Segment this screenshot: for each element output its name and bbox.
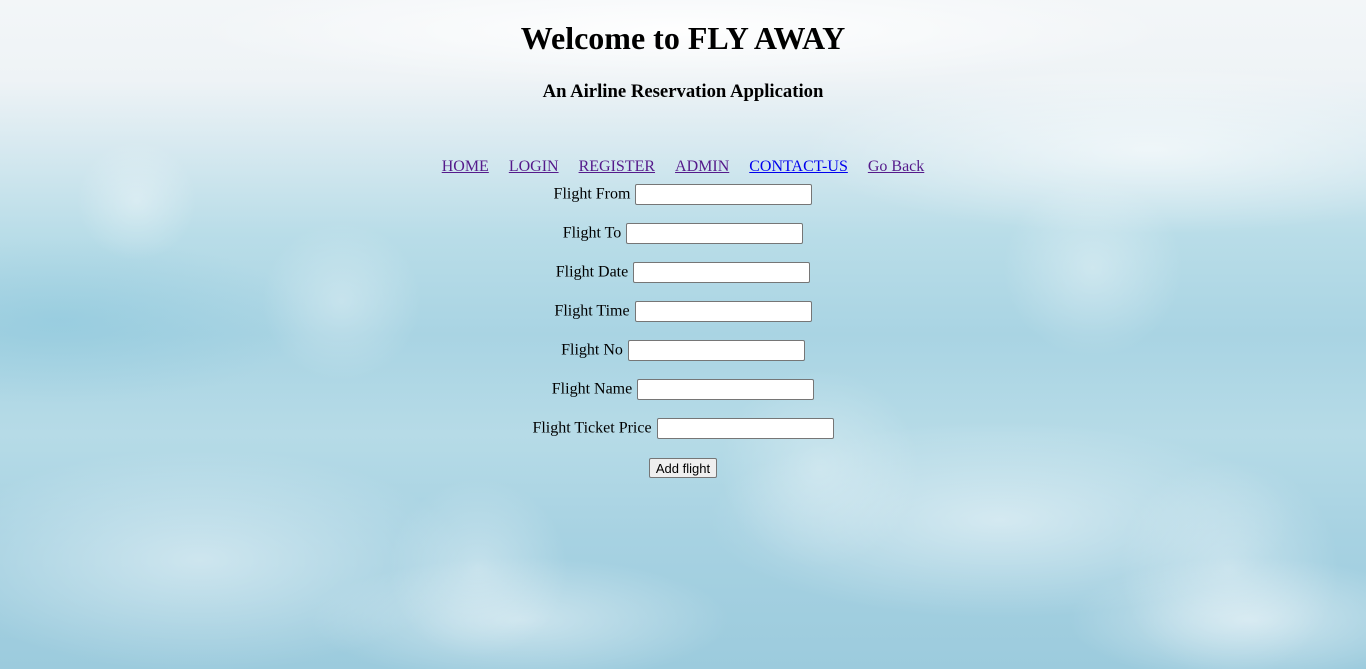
form-row-flight-time: Flight Time	[0, 301, 1366, 340]
nav-link-home[interactable]: HOME	[442, 158, 489, 175]
page-subtitle: An Airline Reservation Application	[542, 81, 824, 102]
flight-to-input[interactable]	[626, 223, 804, 244]
main-nav: HOME LOGIN REGISTER ADMIN CONTACT-US Go …	[0, 157, 1366, 177]
flight-ticket-price-input[interactable]	[656, 418, 834, 439]
flight-to-label: Flight To	[562, 224, 622, 242]
form-row-flight-no: Flight No	[0, 340, 1366, 379]
flight-no-input[interactable]	[627, 340, 805, 361]
nav-link-login[interactable]: LOGIN	[509, 158, 559, 175]
add-flight-button[interactable]: Add flight	[648, 458, 718, 478]
flight-time-label: Flight Time	[554, 302, 630, 320]
form-row-flight-name: Flight Name	[0, 379, 1366, 418]
form-row-flight-date: Flight Date	[0, 262, 1366, 301]
flight-ticket-price-label: Flight Ticket Price	[532, 419, 652, 437]
form-row-flight-from: Flight From	[0, 184, 1366, 223]
add-flight-form: Flight From Flight To Flight Date Flight…	[0, 184, 1366, 478]
flight-from-input[interactable]	[635, 184, 813, 205]
page-content: Welcome to FLY AWAY An Airline Reservati…	[0, 0, 1366, 478]
flight-name-label: Flight Name	[551, 380, 633, 398]
form-row-flight-ticket-price: Flight Ticket Price	[0, 418, 1366, 457]
nav-link-admin[interactable]: ADMIN	[675, 158, 729, 175]
page-title: Welcome to FLY AWAY	[520, 20, 846, 56]
flight-time-input[interactable]	[634, 301, 812, 322]
flight-no-label: Flight No	[561, 341, 623, 359]
flight-from-label: Flight From	[553, 185, 631, 203]
nav-link-contact-us[interactable]: CONTACT-US	[749, 158, 848, 175]
nav-link-register[interactable]: REGISTER	[579, 158, 655, 175]
form-row-flight-to: Flight To	[0, 223, 1366, 262]
flight-date-input[interactable]	[633, 262, 811, 283]
nav-link-go-back[interactable]: Go Back	[868, 158, 924, 175]
form-submit-row: Add flight	[0, 457, 1366, 478]
flight-name-input[interactable]	[637, 379, 815, 400]
flight-date-label: Flight Date	[555, 263, 629, 281]
